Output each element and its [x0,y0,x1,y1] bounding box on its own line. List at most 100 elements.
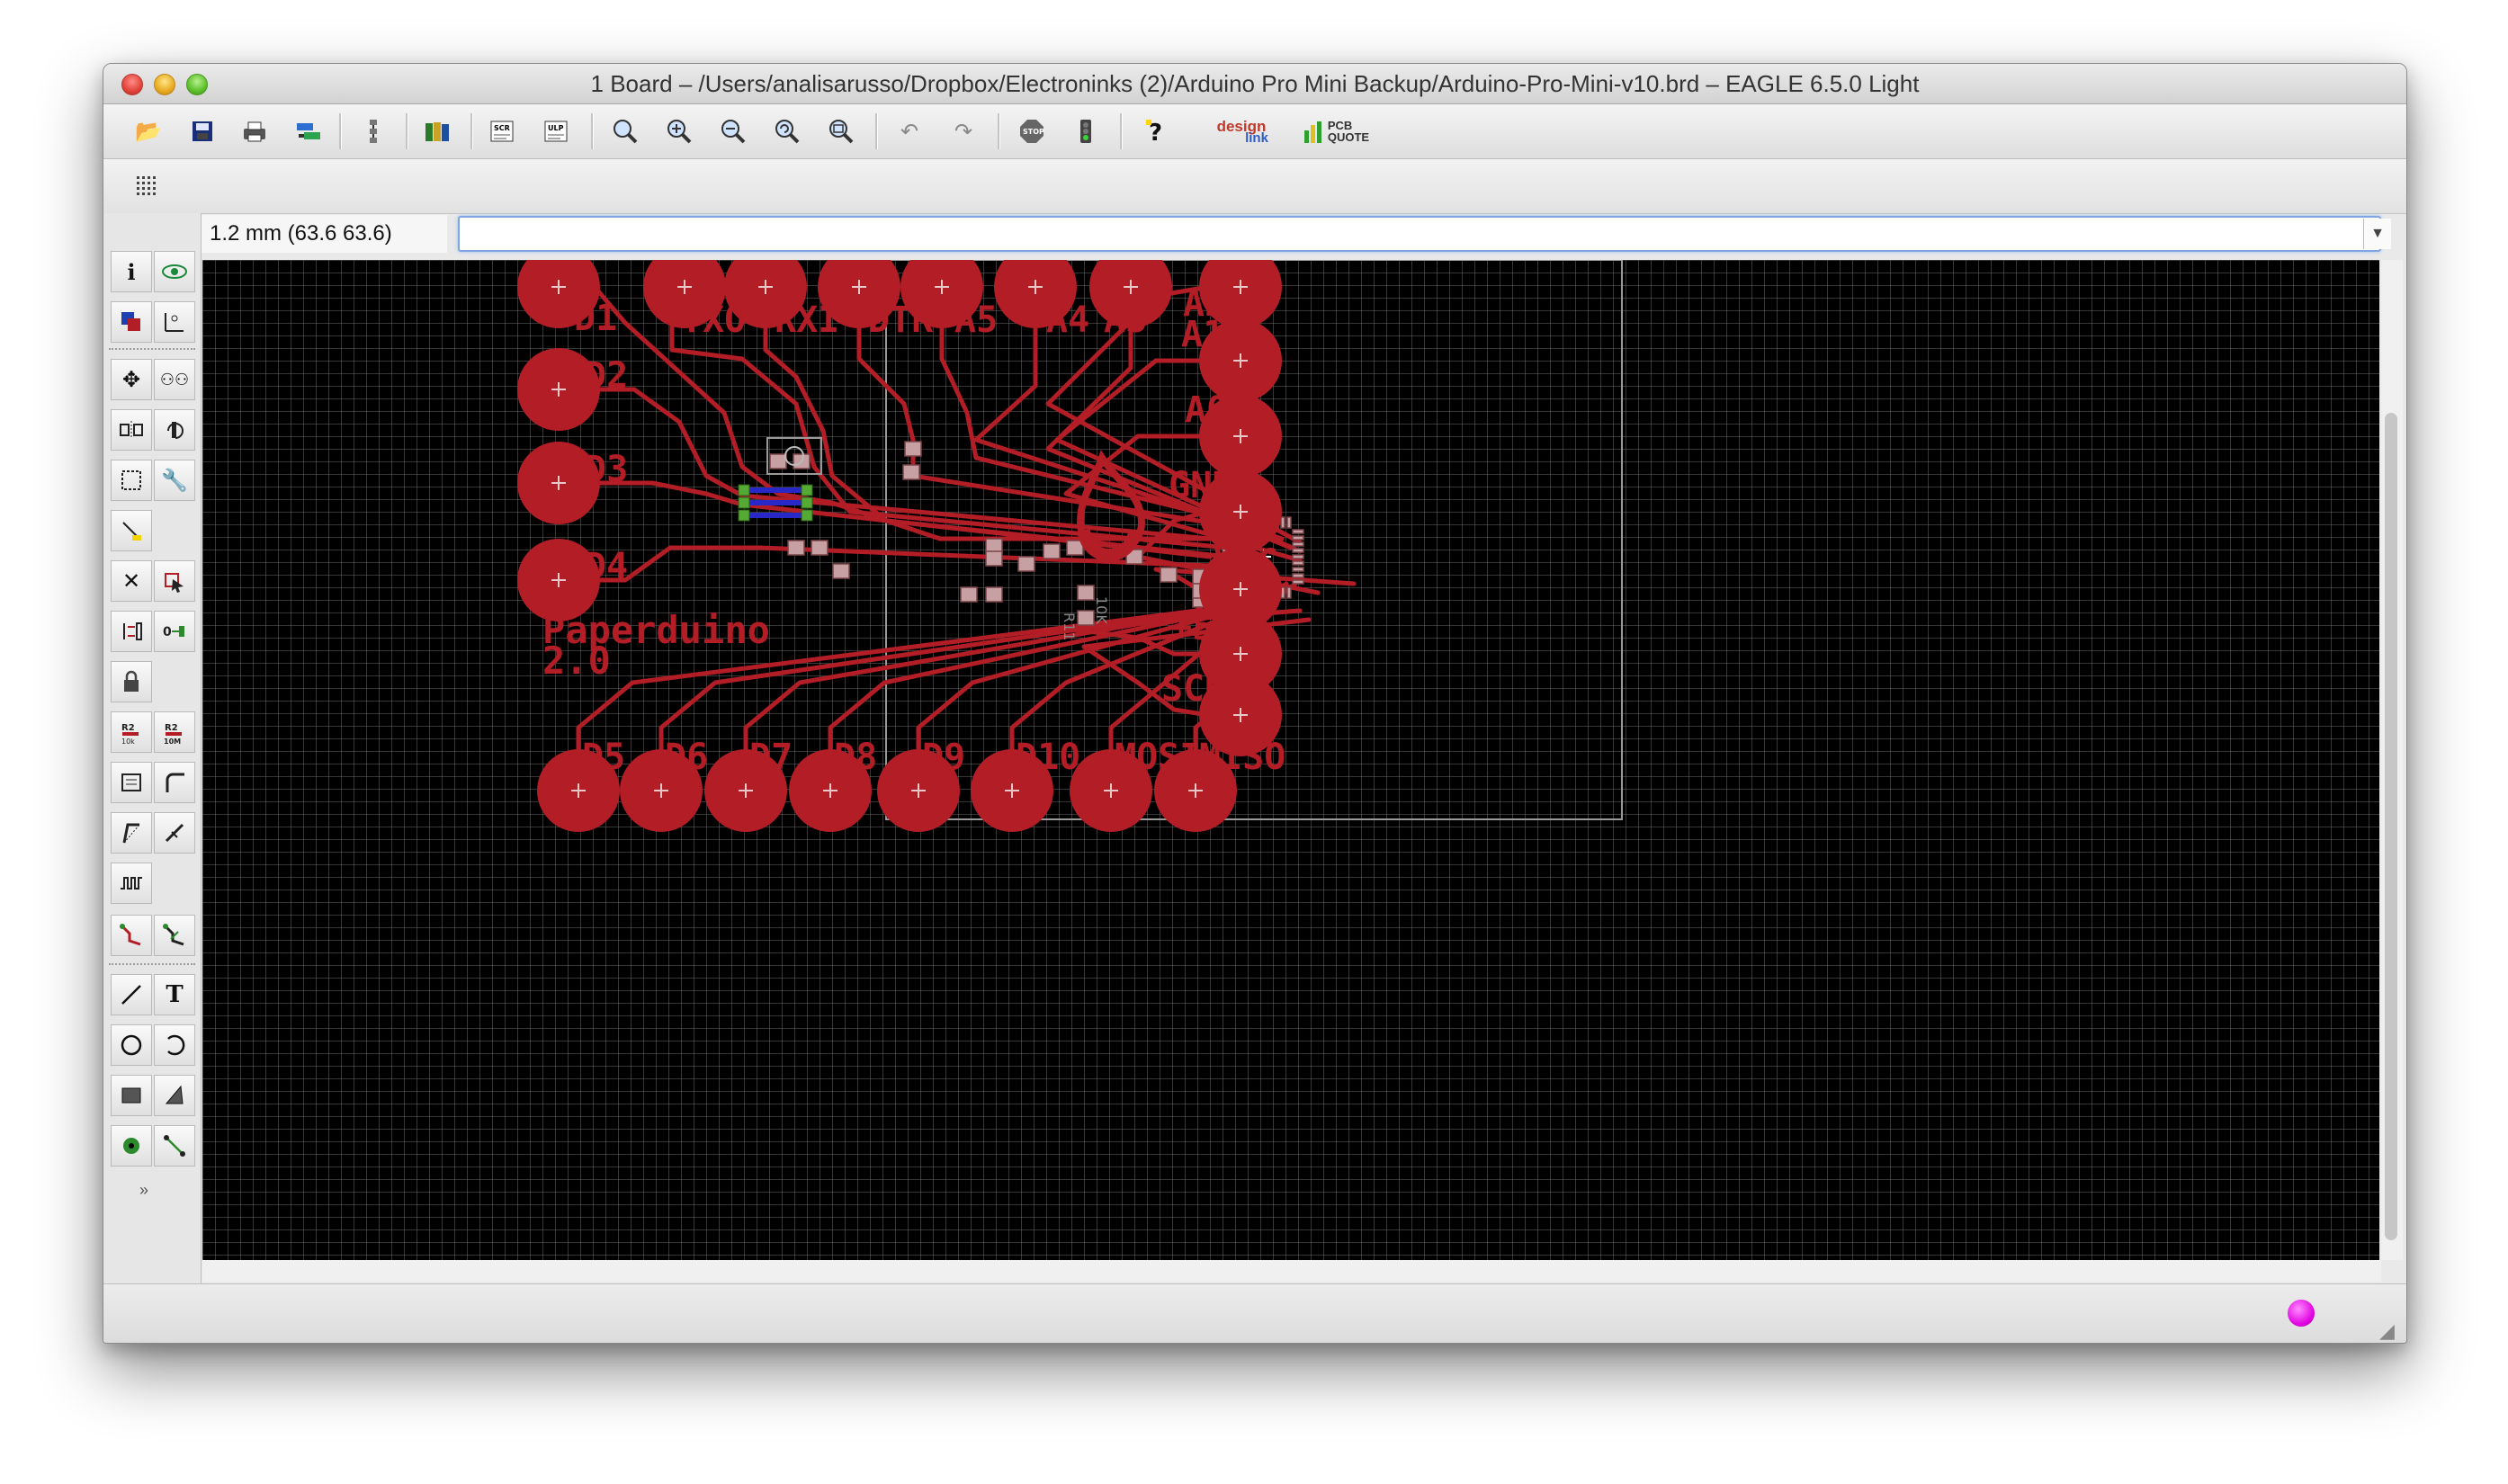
label-d10: D10 [1016,737,1080,778]
wire-icon[interactable] [111,974,152,1015]
show-icon[interactable] [154,251,195,292]
info-icon[interactable]: i [111,251,152,292]
stop-icon[interactable]: STOP [1014,113,1050,149]
mirror-icon[interactable] [111,409,152,451]
go-icon[interactable] [1068,113,1104,149]
label-d5: D5 [582,737,625,778]
polygon-icon[interactable] [154,1075,195,1116]
chip-pin [1292,579,1304,585]
more-tools-chevron-icon[interactable]: » [139,1181,148,1200]
label-d4: D4 [585,546,628,587]
pinswap-icon[interactable] [111,611,152,652]
rotate-icon[interactable] [154,409,195,451]
board-canvas[interactable]: D1 TXO RXI DTR A5 A4 A3 A2 D2 D3 D4 A1 A0 GND VCC +5V SC… [202,260,2379,1260]
ripup-icon[interactable] [154,915,195,956]
label-miso: MISO [1199,737,1285,778]
copy-icon[interactable]: ⚇⚇ [154,359,195,400]
label-r11: R11 [1061,612,1078,640]
label-a1: A1 [1181,314,1224,355]
label-rxi: RXI [775,299,839,341]
book-icon[interactable] [420,113,456,149]
meander-icon[interactable] [111,863,152,904]
route-icon[interactable] [111,915,152,956]
pcb-quote-icon[interactable]: PCB QUOTE [1300,113,1372,149]
display-icon[interactable] [111,301,152,343]
vertical-scroll-thumb[interactable] [2385,413,2397,1240]
paste-icon[interactable] [111,510,152,551]
vertical-scrollbar[interactable] [2381,260,2403,1260]
text-icon[interactable]: T [154,974,195,1015]
label-d7: D7 [749,737,793,778]
chip-pin [1286,586,1292,599]
optimize-icon[interactable] [111,812,152,854]
redo-icon[interactable]: ↷ [945,113,981,149]
zoom-redraw-icon[interactable] [769,113,805,149]
mark-icon[interactable] [154,301,195,343]
value-icon[interactable]: R2 10M [154,711,195,753]
label-a3: A3 [1104,299,1147,341]
eagle-window: 1 Board – /Users/analisarusso/Dropbox/El… [103,63,2407,1344]
add-icon[interactable] [154,560,195,602]
open-icon[interactable]: 📂 [130,113,166,149]
label-d8: D8 [834,737,877,778]
group-icon[interactable] [111,460,152,501]
save-icon[interactable] [184,113,220,149]
command-line-input[interactable] [458,216,2381,252]
lock-icon[interactable] [111,661,152,702]
label-d6: D6 [665,737,708,778]
layer-icon[interactable] [355,113,391,149]
cam-icon[interactable] [291,113,327,149]
miter-icon[interactable] [154,762,195,803]
undo-icon[interactable]: ↶ [891,113,927,149]
label-sck: SCK [1161,668,1226,710]
zoom-in-icon[interactable] [661,113,697,149]
split-wire-icon[interactable] [154,812,195,854]
zoom-fit-icon[interactable] [607,113,643,149]
smd-component [832,563,850,579]
pcb-layout[interactable]: D1 TXO RXI DTR A5 A4 A3 A2D2D3D4A1A0GNDVCC+5VSC… [202,260,2379,1260]
zoom-out-icon[interactable] [715,113,751,149]
print-icon[interactable] [237,113,273,149]
svg-text:0: 0 [163,625,172,639]
change-icon[interactable]: 🔧 [154,460,195,501]
signal-icon[interactable] [154,1125,195,1167]
ulp-icon[interactable]: ULP [539,113,575,149]
rect-icon[interactable] [111,1075,152,1116]
label-vcc: VCC [1214,542,1278,584]
label-plus5v: +5V [1170,607,1235,648]
svg-text:SCR: SCR [494,124,510,132]
horizontal-scrollbar[interactable] [202,1260,2381,1282]
label-gnd: GND [1169,465,1233,506]
split-icon[interactable] [111,762,152,803]
script-icon[interactable]: SCR [485,113,521,149]
command-history-dropdown[interactable]: ▼ [2363,219,2391,249]
parameter-toolbar [103,159,2406,214]
circle-icon[interactable] [111,1024,152,1066]
silk-version: 2.0 [542,639,611,683]
command-toolbar: i ✥ ⚇⚇ 🔧 ✕ 0 R2 10k R2 10M T » [103,213,202,1283]
svg-text:10M: 10M [164,738,181,745]
svg-text:R2: R2 [121,723,135,733]
designlink-label-2: link [1245,130,1268,146]
move-icon[interactable]: ✥ [111,359,152,400]
smd-component [985,550,1003,567]
chip-pin [1292,567,1304,572]
delete-icon[interactable]: ✕ [111,560,152,602]
arc-icon[interactable] [154,1024,195,1066]
designlink-icon[interactable]: design link [1201,113,1282,149]
via-icon[interactable] [111,1125,152,1167]
help-icon[interactable]: ? [1138,113,1174,149]
chip-pin [1286,516,1292,529]
label-d9: D9 [922,737,965,778]
via [801,484,813,496]
replace-icon[interactable]: 0 [154,611,195,652]
chip-pin [1292,554,1304,559]
chip-pin [1292,529,1304,534]
resize-grip-icon[interactable]: ◢ [2379,1319,2395,1343]
zoom-select-icon[interactable] [823,113,859,149]
grid-icon[interactable] [129,168,165,204]
smd-component [960,586,978,603]
smash-icon[interactable]: R2 10k [111,711,152,753]
svg-text:ULP: ULP [548,124,564,132]
via [738,509,750,522]
